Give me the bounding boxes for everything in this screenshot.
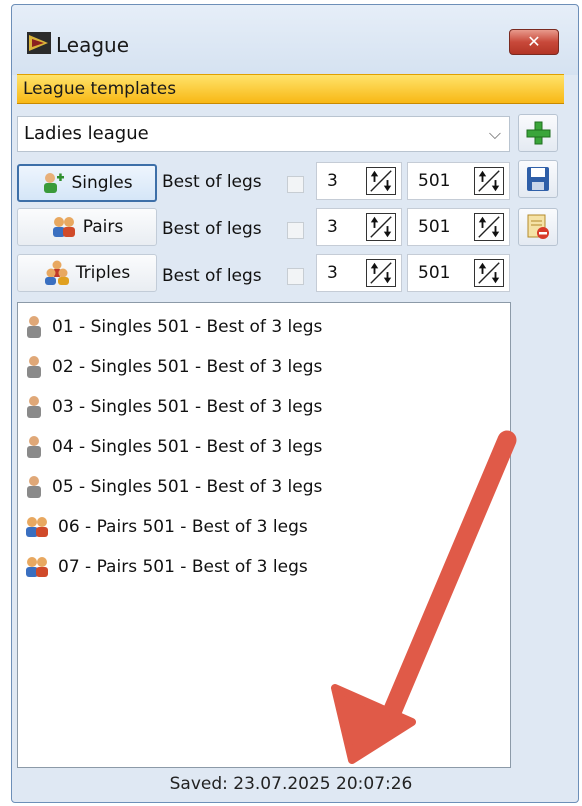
annotation-arrow xyxy=(331,430,517,764)
